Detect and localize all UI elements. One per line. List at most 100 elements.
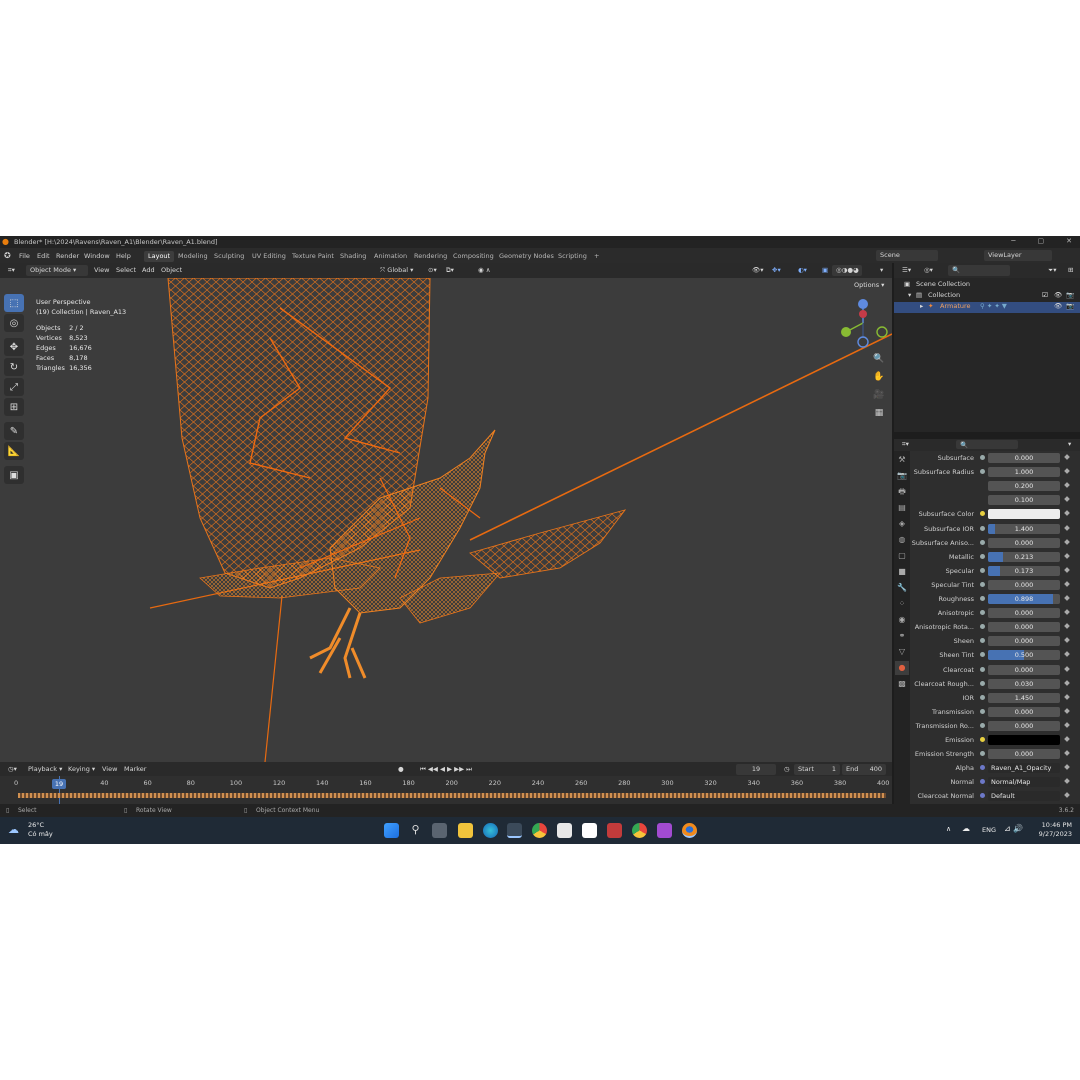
world-tab-icon[interactable]: ◍ — [895, 533, 909, 547]
pivot-icon[interactable]: ⊙▾ — [424, 265, 441, 276]
tab-texture-paint[interactable]: Texture Paint — [288, 251, 338, 262]
tab-uv-editing[interactable]: UV Editing — [248, 251, 290, 262]
close-button[interactable]: ✕ — [1066, 237, 1072, 245]
visibility-icon[interactable]: 👁▾ — [748, 265, 768, 276]
property-value-field[interactable] — [988, 735, 1060, 745]
socket-icon[interactable] — [980, 525, 985, 531]
chrome-icon[interactable] — [532, 823, 547, 838]
outliner-row-collection[interactable]: ▾ ▤ Collection ☑ 👁 📷 — [894, 291, 1080, 302]
filter-icon[interactable]: ⏷▾ — [1044, 265, 1060, 276]
menu-help[interactable]: Help — [116, 252, 131, 260]
expand-arrow-icon[interactable]: ▸ — [920, 302, 923, 310]
socket-icon[interactable] — [980, 638, 985, 644]
keyframe-dot-icon[interactable] — [1064, 693, 1070, 700]
property-value-field[interactable]: 1.400 — [988, 523, 1060, 534]
property-value-field[interactable]: 0.000 — [988, 453, 1060, 463]
socket-icon[interactable] — [980, 694, 985, 700]
app-icon[interactable] — [582, 823, 597, 838]
keyframe-dot-icon[interactable] — [1064, 468, 1070, 474]
keyframe-dot-icon[interactable] — [1064, 764, 1070, 771]
search-icon[interactable]: ⚲ — [408, 823, 423, 838]
socket-icon[interactable] — [980, 610, 985, 616]
weather-widget[interactable]: 26°C Có mây — [28, 821, 53, 839]
property-value-field[interactable]: 0.173 — [988, 565, 1060, 576]
menu-window[interactable]: Window — [84, 252, 110, 260]
blender-menu-icon[interactable]: ✪ — [4, 251, 11, 260]
keyframe-dot-icon[interactable] — [1064, 637, 1070, 644]
constraints-tab-icon[interactable]: ⚭ — [895, 629, 909, 643]
keyframe-dot-icon[interactable] — [1064, 496, 1070, 503]
camera-icon[interactable]: 📷 — [1066, 291, 1074, 299]
menu-edit[interactable]: Edit — [37, 252, 50, 260]
app-red-icon[interactable] — [607, 823, 622, 838]
properties-search-input[interactable]: 🔍 — [956, 440, 1018, 449]
playback-controls[interactable]: ⏮ ◀◀ ◀ ▶ ▶▶ ⏭ — [416, 764, 476, 775]
property-value-field[interactable]: 0.000 — [988, 608, 1060, 619]
property-value-field[interactable]: 0.500 — [988, 650, 1060, 661]
xray-icon[interactable]: ▣ — [818, 265, 832, 276]
outliner-row-scene-collection[interactable]: ▣ Scene Collection — [894, 280, 1080, 291]
annotate-tool-icon[interactable]: ✎ — [4, 422, 24, 440]
keyframe-dot-icon[interactable] — [1064, 482, 1070, 489]
ortho-grid-icon[interactable]: ▦ — [872, 406, 886, 420]
measure-tool-icon[interactable]: 📐 — [4, 442, 24, 460]
keyframe-dot-icon[interactable] — [1064, 665, 1070, 672]
task-view-icon[interactable] — [432, 823, 447, 838]
socket-icon[interactable] — [980, 751, 985, 757]
keyframe-dot-icon[interactable] — [1064, 778, 1070, 785]
data-tab-icon[interactable]: ▽ — [895, 645, 909, 659]
tool-tab-icon[interactable]: ⚒ — [895, 453, 909, 467]
socket-icon[interactable] — [980, 624, 985, 630]
property-value-field[interactable]: 0.200 — [988, 481, 1060, 492]
menu-keying[interactable]: Keying ▾ — [64, 764, 99, 775]
transform-orientation[interactable]: ⤧ Global ▾ — [376, 265, 417, 276]
substance-icon[interactable] — [657, 823, 672, 838]
eye-icon[interactable]: 👁 — [1054, 302, 1062, 310]
socket-icon[interactable] — [980, 722, 985, 728]
property-value-field[interactable]: 0.000 — [988, 579, 1060, 590]
keyframe-dot-icon[interactable] — [1064, 538, 1070, 545]
tray-expand-icon[interactable]: ∧ — [946, 825, 951, 833]
keyframe-dot-icon[interactable] — [1064, 736, 1070, 742]
property-value-field[interactable]: 0.030 — [988, 678, 1060, 689]
property-value-field[interactable]: 0.898 — [988, 594, 1060, 604]
edge-icon[interactable] — [483, 823, 498, 838]
keyframe-dot-icon[interactable] — [1064, 722, 1070, 728]
timeline[interactable]: 0 40 60 80 100 120 140 160 180 200 220 240 260 280 300… — [0, 776, 892, 804]
cursor-tool-icon[interactable]: ◎ — [4, 314, 24, 332]
property-value-field[interactable]: 0.000 — [988, 749, 1060, 760]
menu-object[interactable]: Object — [157, 265, 186, 276]
physics-tab-icon[interactable]: ◉ — [895, 613, 909, 627]
options-button[interactable]: Options ▾ — [854, 281, 884, 292]
socket-icon[interactable] — [980, 553, 985, 559]
keyframe-dot-icon[interactable] — [1064, 623, 1070, 630]
expand-arrow-icon[interactable]: ▾ — [908, 291, 911, 299]
property-value-field[interactable]: 0.000 — [988, 706, 1060, 717]
scene-selector[interactable]: Scene — [876, 250, 938, 261]
camera-view-icon[interactable]: 🎥 — [872, 388, 886, 402]
keyframe-strip[interactable] — [18, 793, 886, 798]
record-icon[interactable]: ● — [394, 764, 408, 775]
property-value-field[interactable]: 0.100 — [988, 495, 1060, 506]
collection-tab-icon[interactable]: ▢ — [895, 549, 909, 563]
keyframe-dot-icon[interactable] — [1064, 679, 1070, 686]
eye-icon[interactable]: 👁 — [1054, 291, 1062, 299]
pan-hand-icon[interactable]: ✋ — [872, 370, 886, 384]
property-value-field[interactable]: Raven_A1_Opacity — [988, 763, 1060, 774]
timeline-editor-icon[interactable]: ◷▾ — [4, 764, 21, 775]
onedrive-icon[interactable]: ☁ — [962, 824, 970, 833]
socket-icon[interactable] — [980, 793, 985, 799]
object-tab-icon[interactable]: ■ — [895, 565, 909, 579]
keyframe-dot-icon[interactable] — [1064, 707, 1070, 714]
socket-icon[interactable] — [980, 581, 985, 587]
tab-compositing[interactable]: Compositing — [449, 251, 498, 262]
socket-icon[interactable] — [980, 539, 985, 545]
file-explorer-icon[interactable] — [458, 823, 473, 838]
tab-geometry-nodes[interactable]: Geometry Nodes — [495, 251, 558, 262]
view-layer-tab-icon[interactable]: ▤ — [895, 501, 909, 515]
add-cube-tool-icon[interactable]: ▣ — [4, 466, 24, 484]
socket-icon[interactable] — [980, 708, 985, 714]
tab-shading[interactable]: Shading — [336, 251, 370, 262]
display-mode-icon[interactable]: ◎▾ — [920, 265, 937, 276]
outliner-editor-icon[interactable]: ☰▾ — [898, 265, 915, 276]
